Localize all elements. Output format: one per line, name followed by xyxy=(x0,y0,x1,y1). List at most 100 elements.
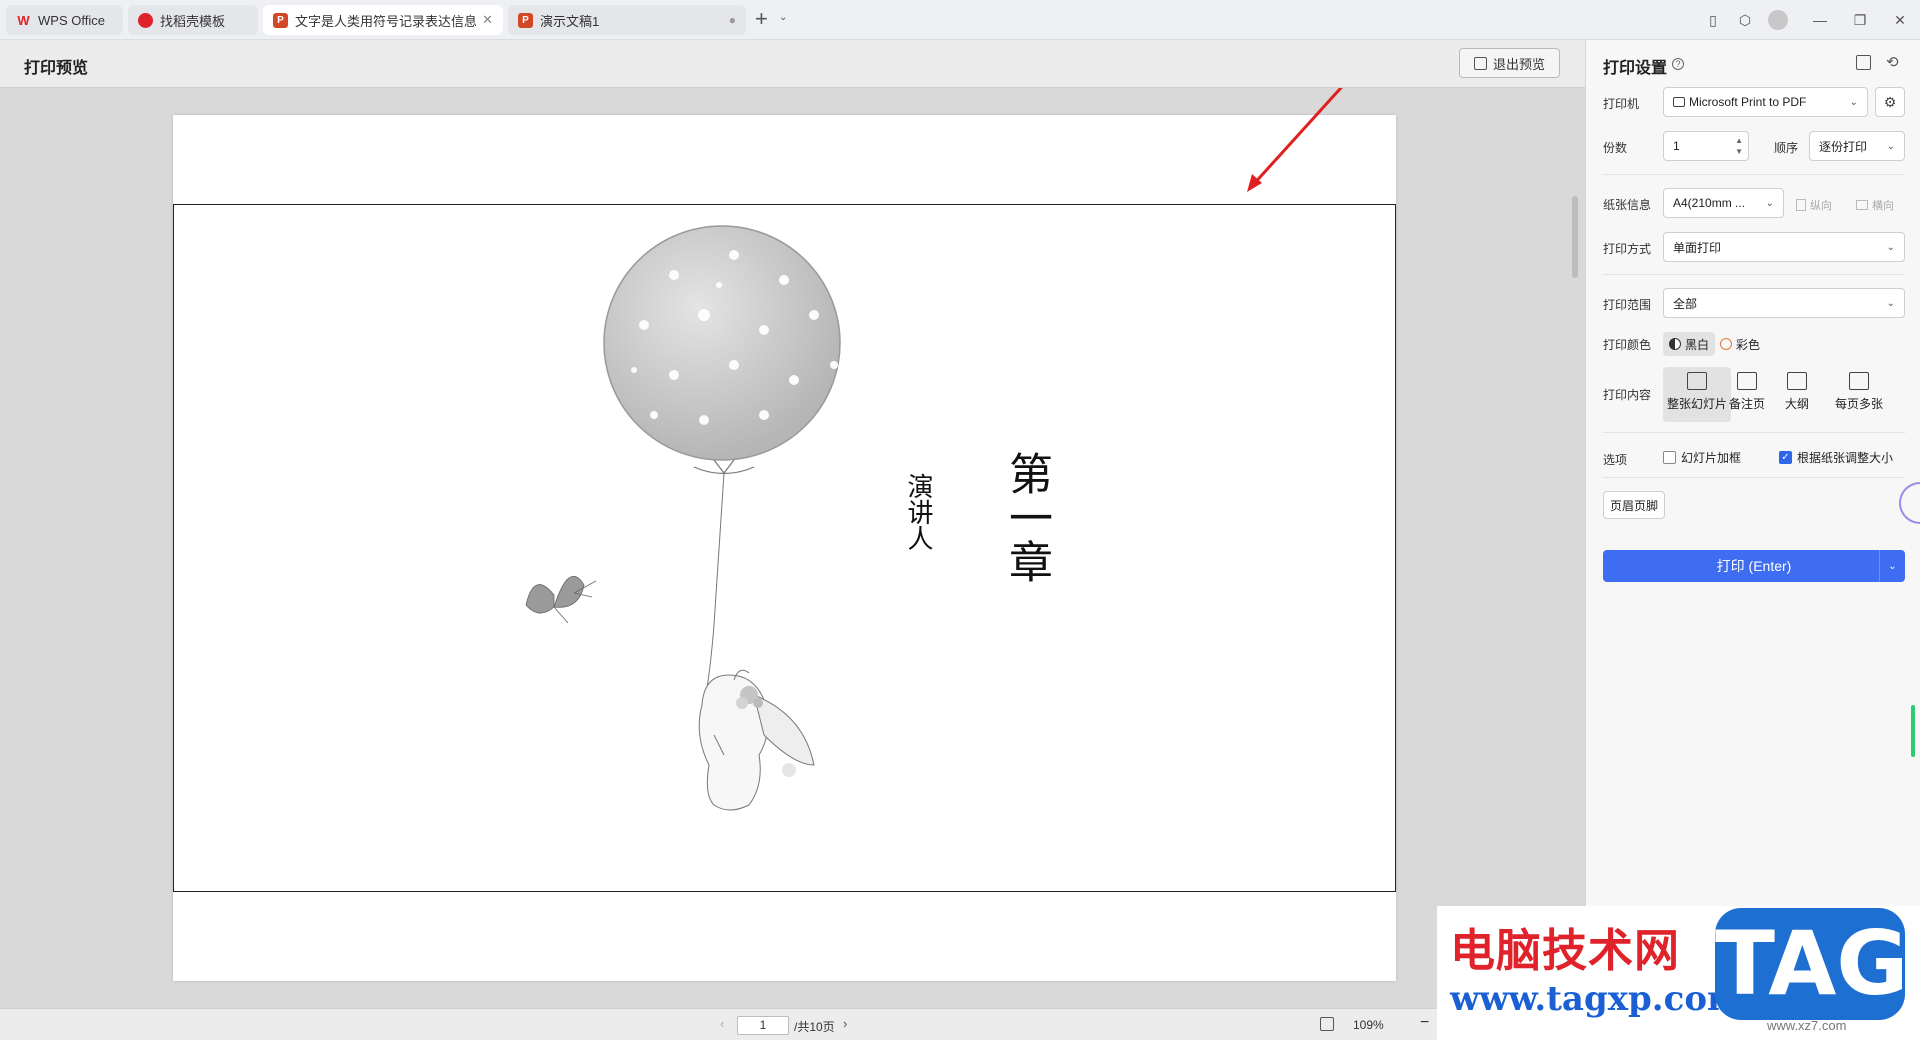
slide-icon xyxy=(1687,372,1707,390)
watermark-badge-text: TAG xyxy=(1715,912,1909,1015)
divider xyxy=(1603,432,1905,433)
close-window-icon[interactable]: ✕ xyxy=(1890,10,1910,30)
checkbox-box[interactable] xyxy=(1663,451,1676,464)
panel-scroll-indicator[interactable] xyxy=(1911,705,1915,757)
close-icon[interactable]: ✕ xyxy=(482,12,493,28)
portrait-icon xyxy=(1796,199,1806,211)
chevron-left-icon[interactable]: ‹ xyxy=(720,1016,724,1031)
preview-header: 打印预览 退出预览 xyxy=(0,40,1585,88)
copies-stepper[interactable]: 1 ▲ ▼ xyxy=(1663,131,1749,161)
copies-label: 份数 xyxy=(1603,141,1628,155)
tab-label: 找稻壳模板 xyxy=(160,13,226,29)
pin-icon[interactable]: ⟲ xyxy=(1886,53,1899,71)
order-label: 顺序 xyxy=(1774,141,1799,155)
portrait-option[interactable]: 纵向 xyxy=(1796,197,1832,213)
panel-title: 打印设置 xyxy=(1603,60,1668,77)
page-title: 打印预览 xyxy=(24,60,89,77)
watermark-badge: TAG xyxy=(1715,908,1909,1020)
floating-assistant-icon[interactable] xyxy=(1899,482,1920,524)
avatar[interactable] xyxy=(1768,10,1788,30)
preview-canvas: 演讲人 第一章 xyxy=(0,88,1585,1008)
content-multi-per-page[interactable]: 每页多张 xyxy=(1823,367,1895,422)
check-icon[interactable]: ✓ xyxy=(1779,451,1792,464)
print-range-label: 打印范围 xyxy=(1603,298,1652,312)
frame-slides-checkbox[interactable]: 幻灯片加框 xyxy=(1663,449,1741,466)
tab-wps-office[interactable]: W WPS Office xyxy=(6,5,123,35)
docer-icon xyxy=(138,12,153,28)
contrast-icon xyxy=(1669,338,1681,350)
options-label: 选项 xyxy=(1603,453,1628,467)
paper-label: 纸张信息 xyxy=(1603,198,1652,212)
color-bw-option[interactable]: 黑白 xyxy=(1663,332,1716,356)
chevron-down-icon: ⌄ xyxy=(1765,197,1774,209)
tab-label: WPS Office xyxy=(38,12,105,28)
chevron-right-icon[interactable]: › xyxy=(843,1016,847,1031)
portrait-label: 纵向 xyxy=(1810,200,1832,212)
slide-speaker-text: 演讲人 xyxy=(903,473,933,551)
fit-page-icon[interactable] xyxy=(1320,1017,1334,1031)
copies-value: 1 xyxy=(1673,139,1680,153)
status-bar: ‹ 1 /共10页 › 109% − + xyxy=(0,1008,1585,1040)
divider xyxy=(1603,274,1905,275)
grid-icon xyxy=(1849,372,1869,390)
paper-value: A4(210mm ... xyxy=(1673,196,1746,210)
print-range-select[interactable]: 全部 ⌄ xyxy=(1663,288,1905,318)
chevron-down-icon: ⌄ xyxy=(1849,96,1858,108)
balloon-bunny-illustration xyxy=(525,225,841,811)
chevron-down-icon: ⌄ xyxy=(1886,297,1895,309)
notes-icon xyxy=(1737,372,1757,390)
order-select[interactable]: 逐份打印 ⌄ xyxy=(1809,131,1905,161)
print-content-label: 打印内容 xyxy=(1603,388,1652,402)
slide-title-text: 第一章 xyxy=(1001,451,1052,583)
vertical-scrollbar[interactable] xyxy=(1572,196,1578,278)
slide-frame: 演讲人 第一章 xyxy=(173,204,1396,892)
color-color-label: 彩色 xyxy=(1736,337,1761,352)
printer-settings-button[interactable]: ⚙ xyxy=(1875,87,1905,117)
layout-icon[interactable]: ▯ xyxy=(1703,10,1723,30)
stepper-arrows-icon[interactable]: ▲ ▼ xyxy=(1735,135,1743,157)
page-total: /共10页 xyxy=(794,1020,835,1034)
chevron-down-icon[interactable]: ⌄ xyxy=(1879,550,1905,582)
printer-value: Microsoft Print to PDF xyxy=(1689,95,1807,109)
tab-current-document[interactable]: P 文字是人类用符号记录表达信息以 ✕ xyxy=(263,5,503,35)
paper-select[interactable]: A4(210mm ... ⌄ xyxy=(1663,188,1784,218)
frame-slides-label: 幻灯片加框 xyxy=(1681,451,1742,465)
tab-bar: W WPS Office 找稻壳模板 P 文字是人类用符号记录表达信息以 ✕ P… xyxy=(0,0,1920,40)
fit-paper-checkbox[interactable]: ✓ 根据纸张调整大小 xyxy=(1779,449,1893,466)
help-icon[interactable]: ? xyxy=(1672,58,1684,70)
color-color-option[interactable]: 彩色 xyxy=(1714,332,1766,356)
print-mode-select[interactable]: 单面打印 ⌄ xyxy=(1663,232,1905,262)
zoom-out-icon[interactable]: − xyxy=(1420,1014,1429,1032)
print-button-label: 打印 (Enter) xyxy=(1716,558,1792,574)
layout-toggle-icon[interactable] xyxy=(1856,55,1871,70)
new-tab-icon[interactable]: + xyxy=(755,8,768,30)
chevron-down-icon[interactable]: ⌄ xyxy=(779,12,787,23)
print-button[interactable]: 打印 (Enter) ⌄ xyxy=(1603,550,1905,582)
divider xyxy=(1603,174,1905,175)
zoom-level[interactable]: 109% xyxy=(1353,1018,1384,1032)
print-range-value: 全部 xyxy=(1673,296,1698,311)
ppt-icon: P xyxy=(518,12,533,28)
tab-label: 演示文稿1 xyxy=(540,13,600,29)
gear-icon: ⚙ xyxy=(1883,93,1897,110)
printer-icon xyxy=(1673,97,1685,107)
printer-select[interactable]: Microsoft Print to PDF ⌄ xyxy=(1663,87,1868,117)
landscape-option[interactable]: 横向 xyxy=(1856,197,1894,213)
wps-logo-icon: W xyxy=(17,12,30,28)
page-number-input[interactable]: 1 xyxy=(737,1016,789,1035)
exit-preview-button[interactable]: 退出预览 xyxy=(1459,48,1560,78)
cube-icon[interactable]: ⬡ xyxy=(1735,10,1755,30)
restore-icon[interactable]: ❐ xyxy=(1850,10,1870,30)
watermark-url: www.tagxp.com xyxy=(1450,979,1743,1019)
content-outline[interactable]: 大纲 xyxy=(1763,367,1831,422)
divider xyxy=(1603,477,1905,478)
watermark-overlay: 电脑技术网 www.tagxp.com TAG www.xz7.com xyxy=(1437,906,1920,1040)
unsaved-dot-icon: ● xyxy=(728,13,736,27)
paper-page: 演讲人 第一章 xyxy=(173,115,1396,981)
minimize-icon[interactable]: — xyxy=(1810,10,1830,30)
fit-paper-label: 根据纸张调整大小 xyxy=(1797,451,1894,465)
content-option-label: 大纲 xyxy=(1784,397,1809,411)
tab-docer[interactable]: 找稻壳模板 xyxy=(128,5,258,35)
tab-presentation1[interactable]: P 演示文稿1 ● xyxy=(508,5,746,35)
header-footer-button[interactable]: 页眉页脚 xyxy=(1603,491,1665,519)
